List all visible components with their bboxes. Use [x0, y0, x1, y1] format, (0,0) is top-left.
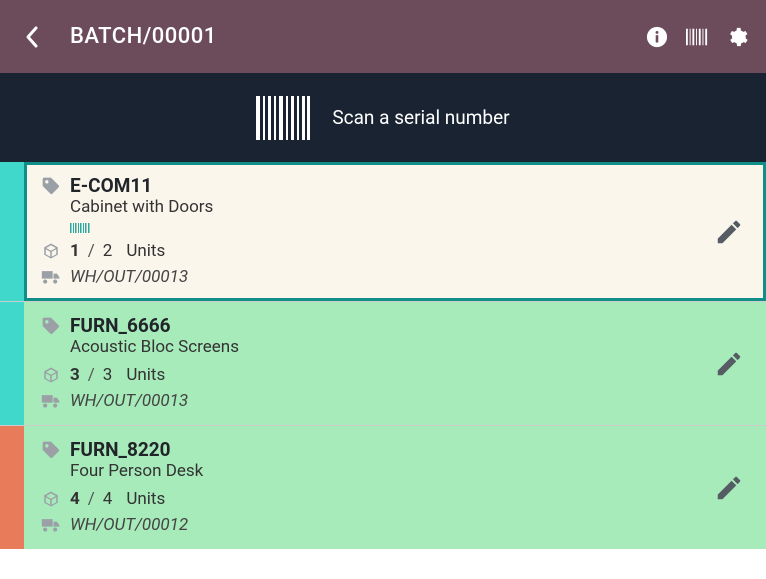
settings-button[interactable]: [726, 26, 748, 48]
tag-icon: [40, 176, 62, 196]
qty-separator: /: [88, 241, 95, 261]
line-row[interactable]: FURN_6666 Acoustic Bloc Screens 3 / 3 Un…: [0, 301, 766, 425]
barcode-large-icon: [256, 96, 310, 140]
truck-icon: [40, 393, 62, 409]
product-description: Cabinet with Doors: [70, 197, 750, 217]
qty-separator: /: [88, 489, 95, 509]
info-button[interactable]: [646, 26, 668, 48]
picking-name: WH/OUT/00013: [70, 391, 188, 411]
picking-color-stripe: [0, 426, 24, 549]
picking-name: WH/OUT/00012: [70, 515, 188, 535]
lines-list: E-COM11 Cabinet with Doors 1 / 2 Units: [0, 162, 766, 549]
picking-color-stripe: [0, 302, 24, 425]
page-title: BATCH/00001: [70, 24, 646, 49]
edit-button[interactable]: [714, 473, 744, 503]
chevron-left-icon: [25, 25, 39, 49]
line-card: FURN_6666 Acoustic Bloc Screens 3 / 3 Un…: [24, 302, 766, 425]
qty-separator: /: [88, 365, 95, 385]
product-code: FURN_6666: [70, 314, 171, 337]
mini-barcode-icon: [70, 223, 750, 233]
product-description: Acoustic Bloc Screens: [70, 337, 750, 357]
qty-demand: 4: [103, 489, 113, 509]
product-code: FURN_8220: [70, 438, 171, 461]
scan-prompt-bar[interactable]: Scan a serial number: [0, 73, 766, 162]
tag-icon: [40, 440, 62, 460]
line-card: FURN_8220 Four Person Desk 4 / 4 Units: [24, 426, 766, 549]
info-icon: [646, 26, 668, 48]
qty-done: 1: [70, 241, 80, 261]
truck-icon: [40, 517, 62, 533]
scan-prompt-message: Scan a serial number: [332, 106, 509, 129]
product-description: Four Person Desk: [70, 461, 750, 481]
qty-demand: 3: [103, 365, 113, 385]
pencil-icon: [714, 473, 744, 503]
product-code: E-COM11: [70, 174, 152, 197]
uom-label: Units: [126, 365, 165, 385]
uom-label: Units: [126, 241, 165, 261]
qty-done: 3: [70, 365, 80, 385]
line-card: E-COM11 Cabinet with Doors 1 / 2 Units: [24, 162, 766, 301]
product-icon: [40, 490, 62, 508]
product-icon: [40, 242, 62, 260]
pencil-icon: [714, 349, 744, 379]
tag-icon: [40, 316, 62, 336]
picking-name: WH/OUT/00013: [70, 267, 188, 287]
back-button[interactable]: [12, 25, 52, 49]
qty-done: 4: [70, 489, 80, 509]
qty-demand: 2: [103, 241, 113, 261]
line-row[interactable]: E-COM11 Cabinet with Doors 1 / 2 Units: [0, 162, 766, 301]
header-actions: [646, 26, 748, 48]
barcode-icon: [686, 28, 708, 46]
truck-icon: [40, 269, 62, 285]
app-header: BATCH/00001: [0, 0, 766, 73]
product-icon: [40, 366, 62, 384]
pencil-icon: [714, 217, 744, 247]
edit-button[interactable]: [714, 349, 744, 379]
uom-label: Units: [126, 489, 165, 509]
line-row[interactable]: FURN_8220 Four Person Desk 4 / 4 Units: [0, 425, 766, 549]
gear-icon: [726, 26, 748, 48]
edit-button[interactable]: [714, 217, 744, 247]
barcode-button[interactable]: [686, 26, 708, 48]
picking-color-stripe: [0, 162, 24, 301]
